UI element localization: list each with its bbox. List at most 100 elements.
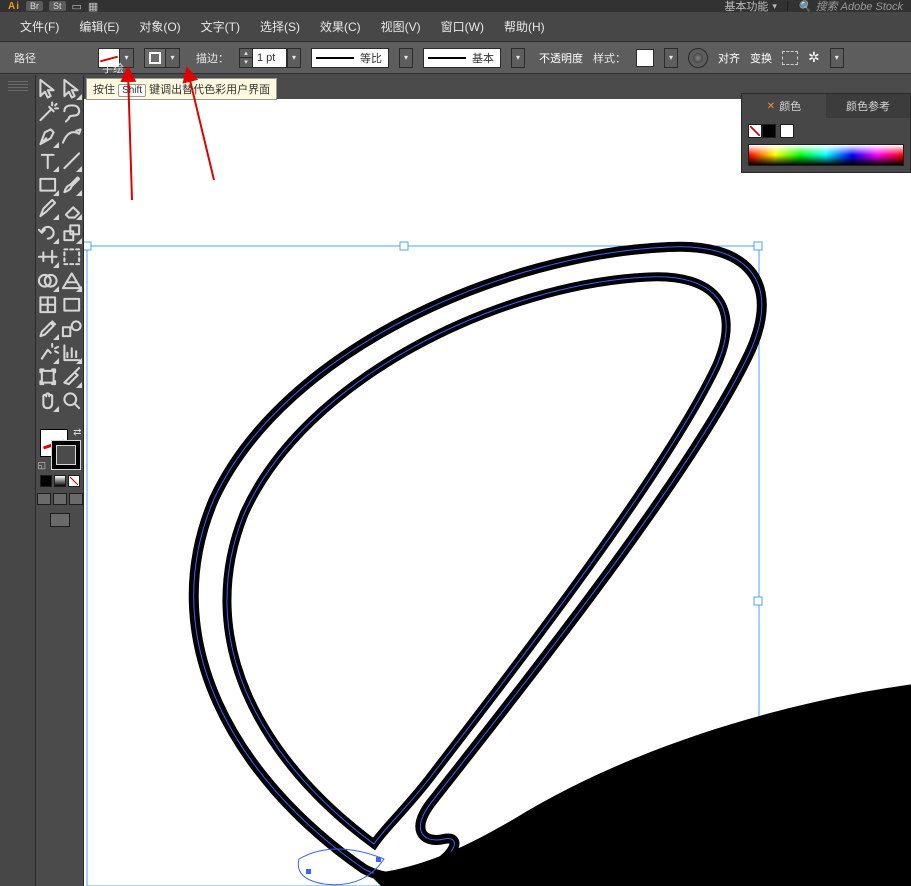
blend-tool[interactable] xyxy=(60,317,84,341)
color-mode-gradient[interactable] xyxy=(54,475,66,487)
isolate-icon[interactable] xyxy=(782,51,798,65)
hand-tool[interactable] xyxy=(36,389,60,413)
free-transform-tool[interactable] xyxy=(60,245,84,269)
stroke-weight-field[interactable]: 1 pt xyxy=(253,48,287,68)
canvas-area[interactable]: ✕ 颜色 颜色参考 xyxy=(84,75,911,886)
select-similar-dropdown[interactable]: ▾ xyxy=(830,48,844,68)
workspace-switcher[interactable]: 基本功能 ▾ xyxy=(724,0,777,14)
left-gutter xyxy=(0,75,36,886)
color-mode-none[interactable] xyxy=(68,475,80,487)
width-tool[interactable] xyxy=(36,245,60,269)
menu-select[interactable]: 选择(S) xyxy=(250,18,310,35)
width-profile-picker[interactable]: 等比 xyxy=(311,48,389,68)
color-panel[interactable]: ✕ 颜色 颜色参考 xyxy=(741,93,911,173)
transform-link[interactable]: 变换 xyxy=(750,50,772,66)
stroke-weight-stepper[interactable]: ▴ ▾ 1 pt ▾ xyxy=(239,48,301,68)
artwork xyxy=(84,99,911,886)
draw-mode-behind[interactable] xyxy=(53,493,67,505)
screen-mode-button[interactable] xyxy=(50,513,70,527)
tab-color-label: 颜色 xyxy=(779,98,801,114)
slice-tool[interactable] xyxy=(60,365,84,389)
swap-fill-stroke-icon[interactable]: ⇄ xyxy=(73,427,81,438)
workspace-label: 基本功能 xyxy=(724,0,768,14)
tab-color-guide-label: 颜色参考 xyxy=(846,98,890,114)
brush-picker[interactable]: 基本 xyxy=(423,48,501,68)
graph-tool[interactable] xyxy=(60,341,84,365)
width-profile-dropdown[interactable]: ▾ xyxy=(399,48,413,68)
stroke-swatch-group[interactable]: ▾ xyxy=(144,48,180,68)
magic-wand-tool[interactable] xyxy=(36,101,60,125)
graphic-style-dropdown[interactable]: ▾ xyxy=(664,48,678,68)
stroke-swatch-dropdown[interactable]: ▾ xyxy=(166,48,180,68)
color-spectrum[interactable] xyxy=(748,144,904,166)
menu-object[interactable]: 对象(O) xyxy=(129,18,190,35)
pencil-tool[interactable] xyxy=(36,197,60,221)
pen-tool[interactable] xyxy=(36,125,60,149)
default-fill-stroke-icon[interactable]: ◱ xyxy=(38,460,47,471)
eyedropper-tool[interactable] xyxy=(36,317,60,341)
artboard-tool[interactable] xyxy=(36,365,60,389)
menu-view[interactable]: 视图(V) xyxy=(371,18,431,35)
brush-dropdown[interactable]: ▾ xyxy=(511,48,525,68)
graphic-style-swatch[interactable] xyxy=(636,49,654,67)
grid-icon[interactable]: ▦ xyxy=(88,0,98,13)
scale-tool[interactable] xyxy=(60,221,84,245)
tooltip-suffix: 键调出替代色彩用户界面 xyxy=(149,84,270,96)
panel-white-swatch[interactable] xyxy=(780,124,794,138)
tab-color-guide[interactable]: 颜色参考 xyxy=(826,94,910,118)
brush-label: 基本 xyxy=(470,50,500,66)
symbol-sprayer-tool[interactable] xyxy=(36,341,60,365)
close-icon[interactable]: ✕ xyxy=(767,101,775,112)
menu-window[interactable]: 窗口(W) xyxy=(431,18,494,35)
opacity-label[interactable]: 不透明度 xyxy=(539,50,583,66)
menu-file[interactable]: 文件(F) xyxy=(10,18,69,35)
align-link[interactable]: 对齐 xyxy=(718,50,740,66)
panel-fill-none[interactable] xyxy=(748,124,762,138)
draw-mode-inside[interactable] xyxy=(69,493,83,505)
draw-mode-normal[interactable] xyxy=(37,493,51,505)
selection-type-label: 路径 xyxy=(8,50,88,66)
bridge-tab[interactable]: Br xyxy=(26,1,43,11)
fill-stroke-indicator[interactable]: ⇄ ◱ xyxy=(38,427,82,471)
panel-stroke-black[interactable] xyxy=(762,124,776,138)
lasso-tool[interactable] xyxy=(60,101,84,125)
rectangle-tool[interactable] xyxy=(36,173,60,197)
curvature-tool[interactable] xyxy=(60,125,84,149)
recolor-artwork-icon[interactable] xyxy=(688,48,708,68)
tab-color[interactable]: ✕ 颜色 xyxy=(742,94,826,118)
stock-tab[interactable]: St xyxy=(49,1,66,11)
width-profile-label: 等比 xyxy=(358,50,388,66)
eraser-tool[interactable] xyxy=(60,197,84,221)
color-mode-solid[interactable] xyxy=(40,475,52,487)
stroke-weight-up[interactable]: ▴ xyxy=(239,48,253,59)
menu-type[interactable]: 文字(T) xyxy=(191,18,250,35)
stock-search[interactable]: 🔍 搜索 Adobe Stock xyxy=(798,0,903,14)
stroke-swatch[interactable] xyxy=(144,48,166,68)
stock-search-placeholder: 搜索 Adobe Stock xyxy=(816,0,903,14)
tool-panel: ⇄ ◱ xyxy=(36,75,84,886)
rotate-tool[interactable] xyxy=(36,221,60,245)
zoom-tool[interactable] xyxy=(60,389,84,413)
line-tool[interactable] xyxy=(60,149,84,173)
stroke-weight-down[interactable]: ▾ xyxy=(239,58,253,68)
shape-builder-tool[interactable] xyxy=(36,269,60,293)
stroke-weight-dropdown[interactable]: ▾ xyxy=(287,48,301,68)
separator xyxy=(787,1,788,11)
artboard[interactable] xyxy=(84,99,911,886)
select-similar-icon[interactable]: ✲ xyxy=(808,49,820,66)
perspective-tool[interactable] xyxy=(60,269,84,293)
stroke-indicator[interactable] xyxy=(52,441,80,469)
mesh-tool[interactable] xyxy=(36,293,60,317)
direct-selection-tool[interactable] xyxy=(60,77,84,101)
menu-effect[interactable]: 效果(C) xyxy=(310,18,371,35)
menu-help[interactable]: 帮助(H) xyxy=(494,18,555,35)
app-logo: Ai xyxy=(8,1,20,12)
type-tool[interactable] xyxy=(36,149,60,173)
paintbrush-tool[interactable] xyxy=(60,173,84,197)
gradient-tool[interactable] xyxy=(60,293,84,317)
tooltip-prefix: 按住 xyxy=(93,84,115,96)
selection-tool[interactable] xyxy=(36,77,60,101)
menu-edit[interactable]: 编辑(E) xyxy=(69,18,129,35)
chevron-down-icon: ▾ xyxy=(772,1,777,12)
arrange-doc-icon[interactable]: ▭ xyxy=(72,0,82,13)
